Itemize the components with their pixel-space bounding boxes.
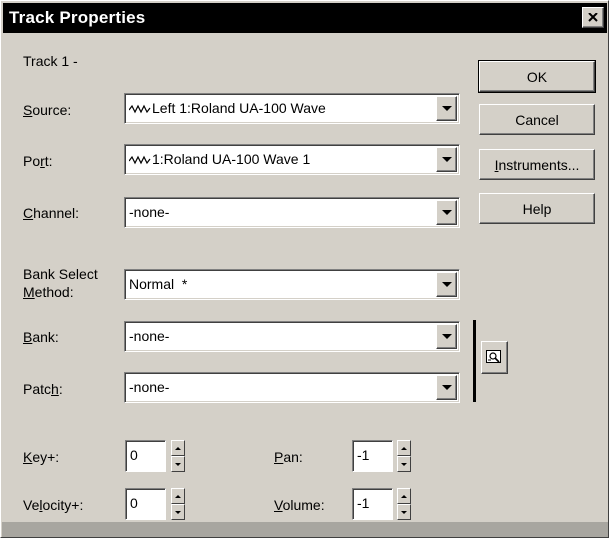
port-label: Port: [23,153,53,169]
bank-select-method-value: Normal * [129,276,188,292]
source-label: Source: [23,102,72,118]
port-dropdown[interactable]: 1:Roland UA-100 Wave 1 [124,144,460,175]
volume-spin-up[interactable] [397,488,411,504]
wave-icon [128,155,151,165]
velocity-label: Velocity+: [23,497,84,513]
bank-dropdown-arrow[interactable] [436,324,457,349]
patch-browser-icon [486,350,501,363]
bank-select-label-line1: Bank Select [23,266,98,282]
bank-value: -none- [129,328,170,344]
help-button[interactable]: Help [479,193,595,224]
chevron-down-icon [441,282,452,287]
chevron-down-icon [401,462,407,466]
velocity-spin-up[interactable] [171,488,185,504]
source-dropdown-arrow[interactable] [436,96,457,121]
patch-dropdown[interactable]: -none- [124,372,460,403]
chevron-up-icon [175,494,181,498]
window-title: Track Properties [9,8,146,27]
chevron-down-icon [441,157,452,162]
velocity-spinner[interactable] [171,488,185,520]
volume-input[interactable]: -1 [352,488,393,520]
bank-select-dropdown-arrow[interactable] [436,272,457,297]
volume-spinner[interactable] [397,488,411,520]
bank-patch-bracket [473,320,476,402]
chevron-down-icon [441,106,452,111]
bank-dropdown[interactable]: -none- [124,321,460,352]
chevron-down-icon [401,510,407,514]
ok-button[interactable]: OK [478,60,596,93]
velocity-spin-down[interactable] [171,504,185,520]
port-dropdown-arrow[interactable] [436,147,457,172]
pan-spin-up[interactable] [397,440,411,456]
chevron-down-icon [441,210,452,215]
wave-icon [128,104,151,114]
pan-label: Pan: [274,449,303,465]
velocity-input[interactable]: 0 [125,488,166,520]
key-spin-down[interactable] [171,456,185,472]
key-input[interactable]: 0 [125,440,166,472]
chevron-up-icon [401,494,407,498]
instruments-button[interactable]: Instruments... [479,149,595,180]
channel-value: -none- [129,204,170,220]
bottom-strip [2,522,608,537]
chevron-down-icon [441,385,452,390]
port-value: 1:Roland UA-100 Wave 1 [152,151,311,167]
chevron-up-icon [401,446,407,450]
source-dropdown[interactable]: Left 1:Roland UA-100 Wave [124,93,460,124]
volume-spin-down[interactable] [397,504,411,520]
key-spin-up[interactable] [171,440,185,456]
source-value: Left 1:Roland UA-100 Wave [152,100,326,116]
chevron-up-icon [175,446,181,450]
cancel-button[interactable]: Cancel [479,104,595,135]
pan-spinner[interactable] [397,440,411,472]
bank-label: Bank: [23,329,59,345]
chevron-down-icon [175,462,181,466]
patch-dropdown-arrow[interactable] [436,375,457,400]
patch-label: Patch: [23,381,63,397]
patch-browser-button[interactable] [481,341,508,374]
channel-dropdown[interactable]: -none- [124,197,460,228]
close-button[interactable] [582,7,604,28]
close-icon [588,13,598,22]
key-label: Key+: [23,449,60,465]
pan-input[interactable]: -1 [352,440,393,472]
chevron-down-icon [175,510,181,514]
track-properties-dialog: Track Properties Track 1 - Source: Left … [0,0,609,538]
title-bar[interactable]: Track Properties [3,3,607,33]
bank-select-method-dropdown[interactable]: Normal * [124,269,460,300]
bank-select-label-line2: Method: [23,284,74,300]
chevron-down-icon [441,334,452,339]
channel-label: Channel: [23,205,80,221]
channel-dropdown-arrow[interactable] [436,200,457,225]
volume-label: Volume: [274,497,325,513]
track-label: Track 1 - [23,53,78,69]
pan-spin-down[interactable] [397,456,411,472]
patch-value: -none- [129,379,170,395]
key-spinner[interactable] [171,440,185,472]
